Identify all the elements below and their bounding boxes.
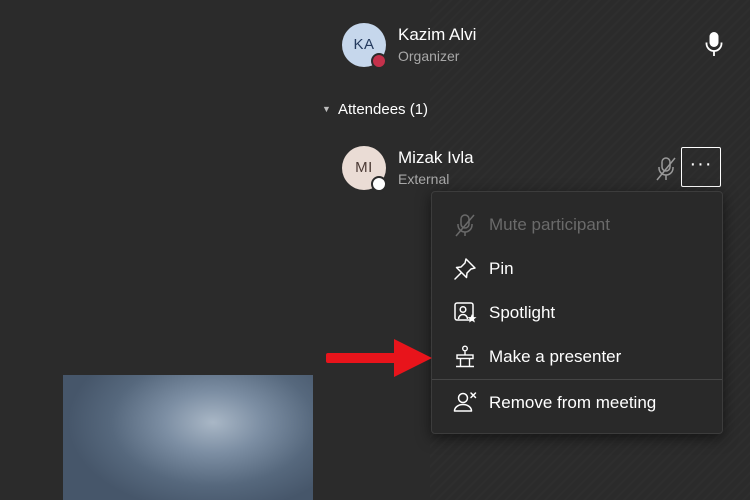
participant-row-organizer[interactable]: KA Kazim Alvi Organizer [340, 21, 740, 71]
participant-role: Organizer [398, 48, 460, 64]
participant-row-attendee[interactable]: MI Mizak Ivla External ··· [340, 144, 740, 194]
video-preview [63, 375, 313, 500]
menu-item-label: Remove from meeting [489, 393, 657, 412]
menu-item-remove-from-meeting[interactable]: Remove from meeting [432, 381, 722, 425]
mute-icon [455, 214, 475, 237]
microphone-icon[interactable] [704, 31, 724, 57]
participant-context-menu: Mute participant Pin Spotlight Make a pr… [431, 191, 723, 434]
muted-microphone-icon [656, 157, 676, 181]
menu-item-label: Make a presenter [489, 347, 622, 366]
menu-item-label: Spotlight [489, 303, 556, 322]
status-busy-badge [371, 53, 387, 69]
menu-item-label: Pin [489, 259, 514, 278]
attendees-header-label: Attendees (1) [338, 101, 429, 118]
attendees-section-header[interactable]: ▼ Attendees (1) [322, 101, 428, 123]
collapse-caret-icon[interactable]: ▼ [322, 104, 338, 114]
menu-item-spotlight[interactable]: Spotlight [432, 291, 722, 335]
pin-icon [454, 258, 476, 280]
status-offline-badge [371, 176, 387, 192]
menu-item-mute-participant: Mute participant [432, 203, 722, 247]
menu-item-pin[interactable]: Pin [432, 247, 722, 291]
presenter-icon [456, 345, 474, 368]
remove-person-icon [453, 392, 477, 412]
spotlight-icon [454, 302, 477, 323]
menu-divider [432, 379, 722, 380]
participant-role: External [398, 171, 450, 187]
annotation-arrow-icon [326, 339, 432, 377]
menu-item-label: Mute participant [489, 215, 610, 234]
more-options-button[interactable]: ··· [681, 147, 721, 187]
participant-name: Kazim Alvi [398, 25, 477, 44]
participant-name: Mizak Ivla [398, 148, 474, 167]
menu-item-make-presenter[interactable]: Make a presenter [432, 335, 722, 379]
